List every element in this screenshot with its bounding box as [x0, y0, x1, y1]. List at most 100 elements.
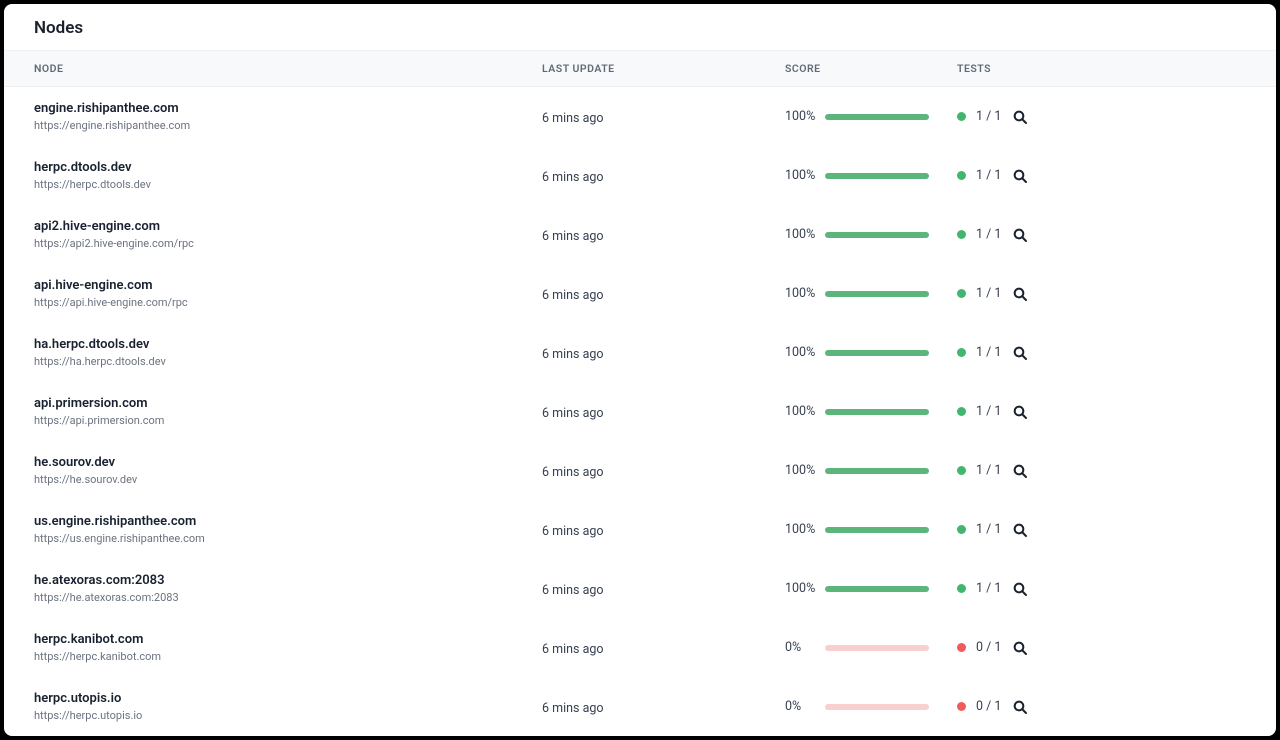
- cell-score: 100%: [785, 227, 957, 242]
- cell-node: herpc.utopis.io https://herpc.utopis.io: [34, 691, 542, 722]
- cell-last-update: 6 mins ago: [542, 225, 785, 244]
- node-url: https://herpc.utopis.io: [34, 709, 542, 722]
- cell-tests: 1 / 1: [957, 581, 1246, 597]
- cell-last-update: 6 mins ago: [542, 520, 785, 539]
- status-dot: [957, 525, 966, 534]
- cell-node: api2.hive-engine.comhttps://api2.hive-en…: [34, 219, 542, 250]
- cell-score: 100%: [785, 581, 957, 596]
- node-url: https://he.atexoras.com:2083: [34, 591, 542, 604]
- cell-score: 0%: [785, 699, 957, 714]
- last-update-text: 6 mins ago: [542, 347, 604, 362]
- search-icon[interactable]: [1012, 286, 1028, 302]
- score-bar: [825, 114, 929, 120]
- search-icon[interactable]: [1012, 404, 1028, 420]
- score-bar: [825, 291, 929, 297]
- score-text: 100%: [785, 522, 817, 537]
- status-dot: [957, 348, 966, 357]
- last-update-text: 6 mins ago: [542, 583, 604, 598]
- score-bar: [825, 645, 929, 651]
- table-row: api.primersion.comhttps://api.primersion…: [4, 382, 1276, 441]
- cell-last-update: 6 mins ago: [542, 461, 785, 480]
- node-url: https://herpc.kanibot.com: [34, 650, 542, 663]
- status-dot: [957, 702, 966, 711]
- last-update-text: 6 mins ago: [542, 229, 604, 244]
- table-row: he.sourov.devhttps://he.sourov.dev6 mins…: [4, 441, 1276, 500]
- col-header-node: NODE: [34, 62, 542, 75]
- table-row: herpc.kanibot.com https://herpc.kanibot.c…: [4, 618, 1276, 677]
- cell-tests: 1 / 1: [957, 463, 1246, 479]
- node-url: https://us.engine.rishipanthee.com: [34, 532, 542, 545]
- score-text: 100%: [785, 286, 817, 301]
- tests-text: 1 / 1: [976, 109, 1002, 124]
- last-update-text: 6 mins ago: [542, 288, 604, 303]
- table-row: he.atexoras.com:2083 https://he.atexoras.…: [4, 559, 1276, 618]
- search-icon[interactable]: [1012, 345, 1028, 361]
- cell-score: 100%: [785, 345, 957, 360]
- node-name: api.primersion.com: [34, 396, 542, 411]
- col-header-score: SCORE: [785, 62, 957, 75]
- status-dot: [957, 466, 966, 475]
- node-name: herpc.utopis.io: [34, 691, 542, 706]
- search-icon[interactable]: [1012, 640, 1028, 656]
- search-icon[interactable]: [1012, 109, 1028, 125]
- node-name: api.hive-engine.com: [34, 278, 542, 293]
- score-bar: [825, 468, 929, 474]
- status-dot: [957, 643, 966, 652]
- node-name: api2.hive-engine.com: [34, 219, 542, 234]
- node-name: us.engine.rishipanthee.com: [34, 514, 542, 529]
- cell-node: herpc.kanibot.com https://herpc.kanibot.c…: [34, 632, 542, 663]
- node-name: ha.herpc.dtools.dev: [34, 337, 542, 352]
- search-icon[interactable]: [1012, 463, 1028, 479]
- node-url: https://engine.rishipanthee.com: [34, 119, 542, 132]
- score-text: 100%: [785, 463, 817, 478]
- table-row: engine.rishipanthee.comhttps://engine.ri…: [4, 87, 1276, 146]
- node-name: herpc.kanibot.com: [34, 632, 542, 647]
- cell-last-update: 6 mins ago: [542, 697, 785, 716]
- table-row: herpc.dtools.devhttps://herpc.dtools.dev…: [4, 146, 1276, 205]
- status-dot: [957, 230, 966, 239]
- cell-node: api.hive-engine.com https://api.hive-engi…: [34, 278, 542, 309]
- score-bar: [825, 527, 929, 533]
- score-bar: [825, 350, 929, 356]
- cell-node: engine.rishipanthee.comhttps://engine.ri…: [34, 101, 542, 132]
- cell-last-update: 6 mins ago: [542, 402, 785, 421]
- node-url: https://api.hive-engine.com/rpc: [34, 296, 542, 309]
- search-icon[interactable]: [1012, 168, 1028, 184]
- search-icon[interactable]: [1012, 699, 1028, 715]
- col-header-last-update: LAST UPDATE: [542, 62, 785, 75]
- search-icon[interactable]: [1012, 227, 1028, 243]
- table-body: engine.rishipanthee.comhttps://engine.ri…: [4, 87, 1276, 736]
- cell-last-update: 6 mins ago: [542, 284, 785, 303]
- cell-last-update: 6 mins ago: [542, 579, 785, 598]
- node-name: he.atexoras.com:2083: [34, 573, 542, 588]
- cell-tests: 1 / 1: [957, 404, 1246, 420]
- search-icon[interactable]: [1012, 581, 1028, 597]
- score-text: 100%: [785, 404, 817, 419]
- status-dot: [957, 112, 966, 121]
- cell-last-update: 6 mins ago: [542, 107, 785, 126]
- tests-text: 1 / 1: [976, 227, 1002, 242]
- cell-tests: 1 / 1: [957, 109, 1246, 125]
- status-dot: [957, 584, 966, 593]
- cell-node: herpc.dtools.devhttps://herpc.dtools.dev: [34, 160, 542, 191]
- cell-node: us.engine.rishipanthee.com https://us.eng…: [34, 514, 542, 545]
- cell-tests: 1 / 1: [957, 522, 1246, 538]
- cell-last-update: 6 mins ago: [542, 343, 785, 362]
- table-header-row: NODE LAST UPDATE SCORE TESTS: [4, 50, 1276, 87]
- last-update-text: 6 mins ago: [542, 465, 604, 480]
- table-row: us.engine.rishipanthee.com https://us.eng…: [4, 500, 1276, 559]
- score-bar: [825, 409, 929, 415]
- score-bar: [825, 704, 929, 710]
- tests-text: 1 / 1: [976, 463, 1002, 478]
- score-text: 100%: [785, 109, 817, 124]
- cell-score: 100%: [785, 463, 957, 478]
- last-update-text: 6 mins ago: [542, 701, 604, 716]
- cell-tests: 1 / 1: [957, 227, 1246, 243]
- search-icon[interactable]: [1012, 522, 1028, 538]
- score-text: 100%: [785, 581, 817, 596]
- col-header-tests: TESTS: [957, 62, 1246, 75]
- score-bar: [825, 586, 929, 592]
- cell-last-update: 6 mins ago: [542, 166, 785, 185]
- cell-tests: 0 / 1: [957, 699, 1246, 715]
- cell-tests: 0 / 1: [957, 640, 1246, 656]
